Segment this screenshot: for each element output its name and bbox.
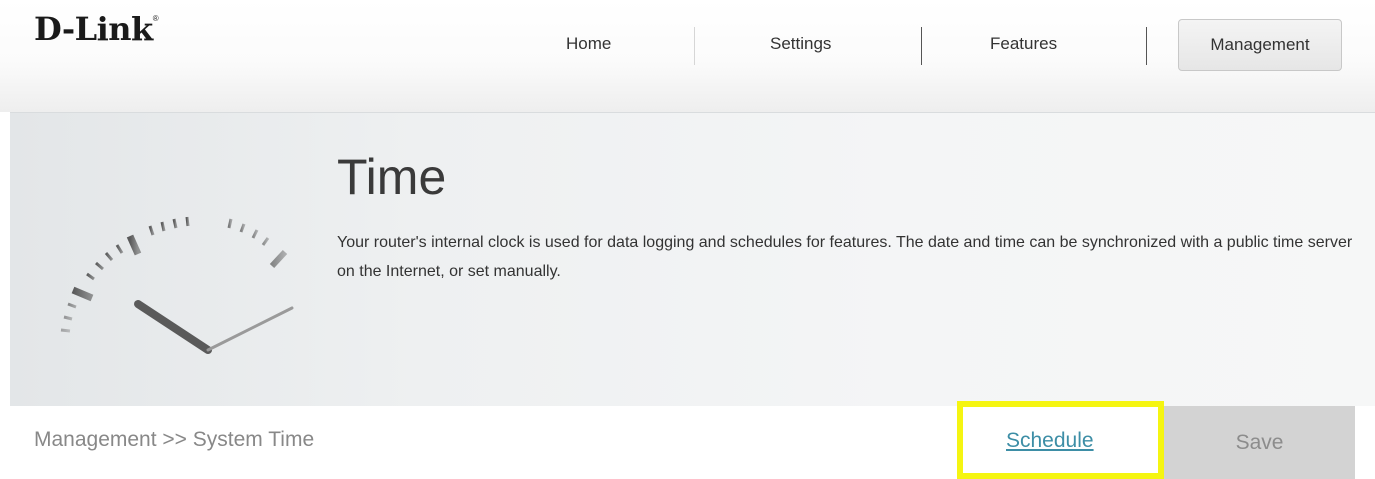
nav-divider <box>694 27 695 65</box>
logo-text: D-Link <box>34 10 153 48</box>
save-button[interactable]: Save <box>1164 406 1355 479</box>
clock-icon <box>60 216 294 359</box>
page-title: Time <box>337 149 447 205</box>
breadcrumb: Management >> System Time <box>34 428 315 451</box>
schedule-link[interactable]: Schedule <box>1006 429 1094 453</box>
nav-management[interactable]: Management <box>1178 19 1342 71</box>
nav-home[interactable]: Home <box>566 34 611 54</box>
nav-divider <box>1146 27 1147 65</box>
page-description: Your router's internal clock is used for… <box>337 234 1353 280</box>
top-header: D-Link® Home Settings Features Managemen… <box>0 0 1375 112</box>
dlink-logo: D-Link® <box>34 10 159 48</box>
nav-features[interactable]: Features <box>990 34 1057 54</box>
nav-divider <box>921 27 922 65</box>
nav-settings[interactable]: Settings <box>770 34 831 54</box>
logo-trademark: ® <box>152 14 159 23</box>
